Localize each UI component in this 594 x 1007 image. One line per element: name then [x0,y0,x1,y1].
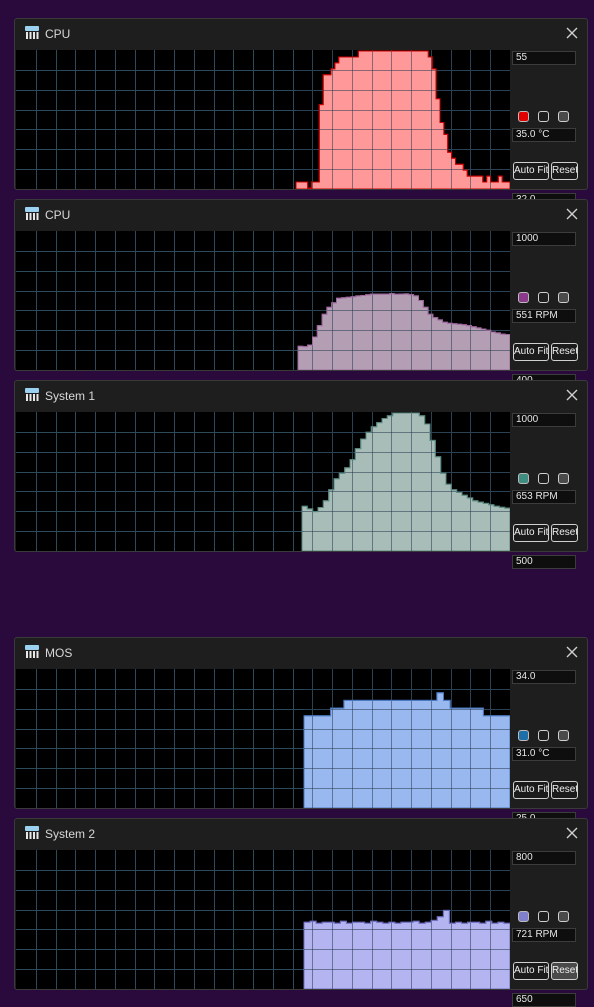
reset-button[interactable]: Reset [551,524,578,542]
line-color-swatch[interactable] [518,111,529,122]
sensor-graph [16,50,510,189]
sensor-panel-mos: MOS 34.0 31.0 °C Auto Fit Reset 25.0 [14,637,588,826]
graph-controls: 1000 653 RPM Auto Fit Reset 500 [512,412,588,569]
auto-fit-button[interactable]: Auto Fit [513,524,549,542]
fill-color-swatch[interactable] [538,292,549,303]
line-color-swatch[interactable] [518,473,529,484]
auto-fit-button[interactable]: Auto Fit [513,343,549,361]
background-color-swatch[interactable] [558,473,569,484]
graph-controls: 55 35.0 °C Auto Fit Reset 32.0 [512,50,588,207]
panel-title: System 1 [45,389,96,403]
fill-color-swatch[interactable] [538,730,549,741]
current-value-readout: 551 RPM [512,309,576,323]
fill-color-swatch[interactable] [538,473,549,484]
sensor-app-icon [25,388,39,401]
sensor-panel-system-2: System 2 800 721 RPM Auto Fit Reset 650 [14,818,588,1007]
sensor-graph [16,850,510,989]
sensor-graph [16,412,510,551]
graph-plot [16,231,510,370]
max-value-field[interactable]: 1000 [512,232,576,246]
graph-plot [16,850,510,989]
max-value-field[interactable]: 1000 [512,413,576,427]
sensor-graph [16,669,510,808]
panel-title: CPU [45,27,71,41]
auto-fit-button[interactable]: Auto Fit [513,162,549,180]
sensor-history-area [303,692,510,808]
panel-title: MOS [45,646,73,660]
close-icon[interactable] [563,643,581,661]
graph-plot [16,412,510,551]
reset-button[interactable]: Reset [551,781,578,799]
sensor-panel-cpu-fan: CPU 1000 551 RPM Auto Fit Reset 400 [14,199,588,388]
close-icon[interactable] [563,824,581,842]
min-value-field[interactable]: 650 [512,993,576,1007]
graph-controls: 800 721 RPM Auto Fit Reset 650 [512,850,588,1007]
sensor-panel-system-1: System 1 1000 653 RPM Auto Fit Reset 500 [14,380,588,569]
sensor-history-area [301,412,510,551]
background-color-swatch[interactable] [558,292,569,303]
sensor-app-icon [25,26,39,39]
graph-controls: 1000 551 RPM Auto Fit Reset 400 [512,231,588,388]
auto-fit-button[interactable]: Auto Fit [513,962,549,980]
current-value-readout: 653 RPM [512,490,576,504]
panel-titlebar[interactable]: System 2 [15,819,587,849]
panel-titlebar[interactable]: CPU [15,200,587,230]
current-value-readout: 35.0 °C [512,128,576,142]
graph-plot [16,669,510,808]
max-value-field[interactable]: 800 [512,851,576,865]
graph-plot [16,50,510,189]
panel-title: System 2 [45,827,96,841]
line-color-swatch[interactable] [518,292,529,303]
sensor-app-icon [25,826,39,839]
fill-color-swatch[interactable] [538,911,549,922]
sensor-app-icon [25,207,39,220]
graph-controls: 34.0 31.0 °C Auto Fit Reset 25.0 [512,669,588,826]
background-color-swatch[interactable] [558,911,569,922]
reset-button[interactable]: Reset [551,343,578,361]
max-value-field[interactable]: 55 [512,51,576,65]
current-value-readout: 31.0 °C [512,747,576,761]
reset-button[interactable]: Reset [551,162,578,180]
line-color-swatch[interactable] [518,911,529,922]
line-color-swatch[interactable] [518,730,529,741]
fill-color-swatch[interactable] [538,111,549,122]
background-color-swatch[interactable] [558,111,569,122]
panel-titlebar[interactable]: CPU [15,19,587,49]
close-icon[interactable] [563,205,581,223]
sensor-app-icon [25,645,39,658]
close-icon[interactable] [563,386,581,404]
sensor-history-area [295,50,510,189]
panel-title: CPU [45,208,71,222]
auto-fit-button[interactable]: Auto Fit [513,781,549,799]
sensor-history-area [297,293,510,370]
current-value-readout: 721 RPM [512,928,576,942]
panel-titlebar[interactable]: System 1 [15,381,587,411]
max-value-field[interactable]: 34.0 [512,670,576,684]
min-value-field[interactable]: 500 [512,555,576,569]
panel-titlebar[interactable]: MOS [15,638,587,668]
reset-button[interactable]: Reset [551,962,578,980]
sensor-panel-cpu-temp: CPU 55 35.0 °C Auto Fit Reset 32.0 [14,18,588,207]
background-color-swatch[interactable] [558,730,569,741]
close-icon[interactable] [563,24,581,42]
sensor-graph [16,231,510,370]
sensor-history-line [304,909,510,924]
